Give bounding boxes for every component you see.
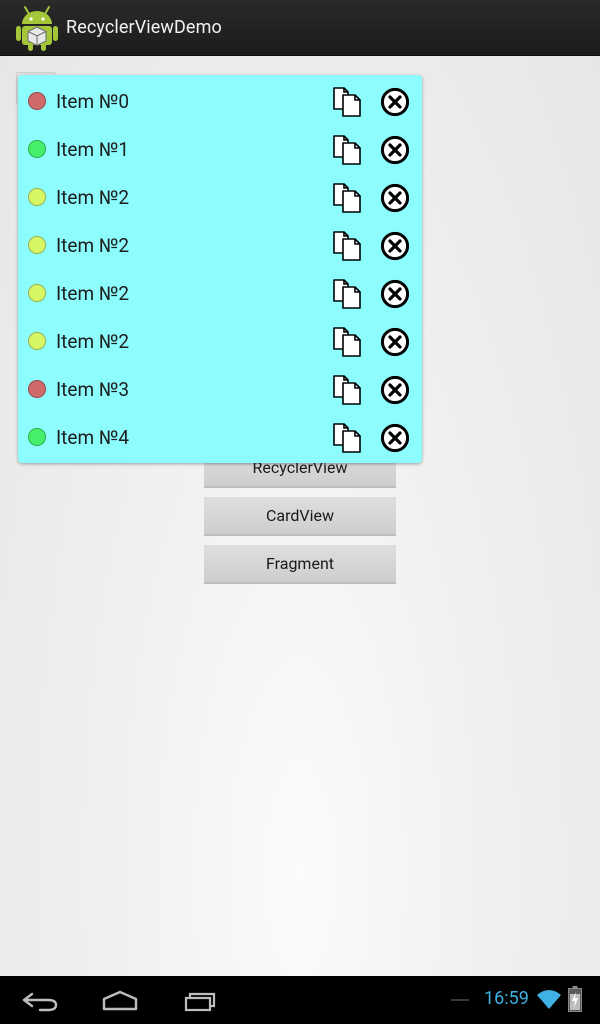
list-item[interactable]: Item №2: [18, 269, 422, 317]
copy-icon[interactable]: [331, 327, 363, 357]
status-dot-icon: [28, 188, 46, 206]
remove-circle-x-icon[interactable]: [380, 183, 410, 213]
copy-icon[interactable]: [331, 423, 363, 453]
item-label: Item №2: [56, 234, 130, 257]
item-label: Item №0: [56, 90, 130, 113]
status-dot-icon: [28, 380, 46, 398]
remove-circle-x-icon[interactable]: [380, 231, 410, 261]
list-item[interactable]: Item №2: [18, 221, 422, 269]
remove-circle-x-icon[interactable]: [380, 375, 410, 405]
action-bar: RecyclerViewDemo: [0, 0, 600, 56]
back-icon[interactable]: [18, 986, 62, 1014]
item-label: Item №4: [56, 426, 130, 449]
item-label: Item №3: [56, 378, 130, 401]
status-dot-icon: [28, 140, 46, 158]
wifi-icon: [536, 988, 562, 1010]
copy-icon[interactable]: [331, 87, 363, 117]
android-robot-icon[interactable]: [14, 4, 60, 52]
remove-circle-x-icon[interactable]: [380, 423, 410, 453]
remove-circle-x-icon[interactable]: [380, 327, 410, 357]
item-label: Item №1: [56, 138, 130, 161]
battery-icon: [568, 986, 582, 1012]
list-item[interactable]: Item №0: [18, 77, 422, 125]
navigation-bar: 16:59: [0, 976, 600, 1024]
list-item[interactable]: Item №1: [18, 125, 422, 173]
copy-icon[interactable]: [331, 375, 363, 405]
app-title: RecyclerViewDemo: [66, 17, 222, 38]
home-icon[interactable]: [98, 986, 142, 1014]
remove-circle-x-icon[interactable]: [380, 135, 410, 165]
status-dot-icon: [28, 92, 46, 110]
notification-indicator: [451, 999, 469, 1001]
status-dot-icon: [28, 236, 46, 254]
cardview-button[interactable]: CardView: [204, 497, 396, 536]
popup-list: Item №0 Item №1 Item №2 Item №2 Item №2 Item …: [18, 75, 422, 463]
status-clock: 16:59: [484, 988, 529, 1009]
copy-icon[interactable]: [331, 231, 363, 261]
list-item[interactable]: Item №2: [18, 173, 422, 221]
list-item[interactable]: Item №4: [18, 413, 422, 461]
copy-icon[interactable]: [331, 135, 363, 165]
item-label: Item №2: [56, 186, 130, 209]
status-dot-icon: [28, 332, 46, 350]
status-dot-icon: [28, 284, 46, 302]
item-label: Item №2: [56, 282, 130, 305]
item-label: Item №2: [56, 330, 130, 353]
list-item[interactable]: Item №2: [18, 317, 422, 365]
fragment-button[interactable]: Fragment: [204, 545, 396, 584]
copy-icon[interactable]: [331, 279, 363, 309]
remove-circle-x-icon[interactable]: [380, 87, 410, 117]
status-dot-icon: [28, 428, 46, 446]
recent-apps-icon[interactable]: [178, 986, 222, 1014]
copy-icon[interactable]: [331, 183, 363, 213]
remove-circle-x-icon[interactable]: [380, 279, 410, 309]
list-item[interactable]: Item №3: [18, 365, 422, 413]
